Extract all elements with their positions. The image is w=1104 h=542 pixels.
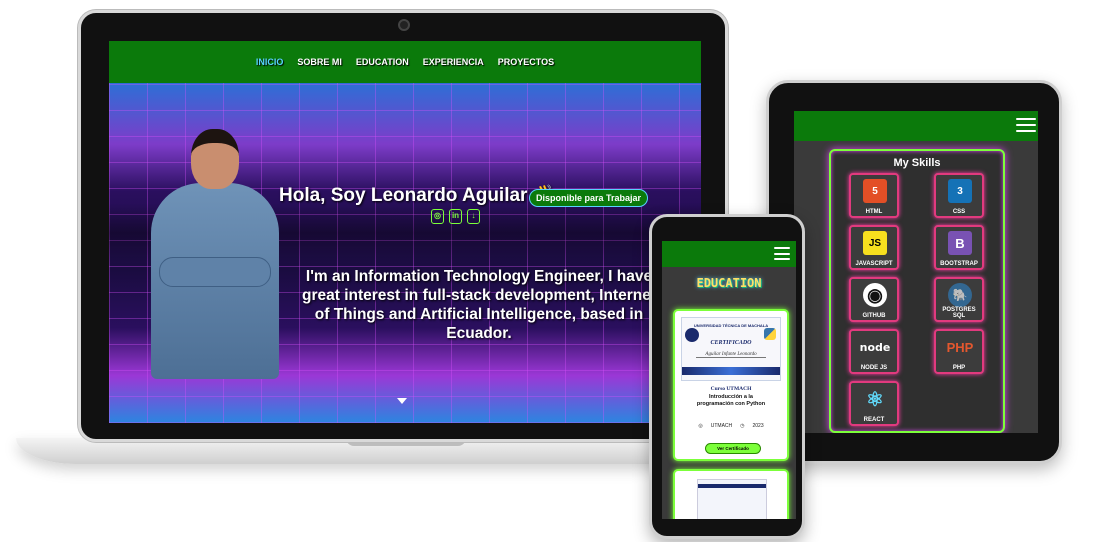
clock-icon: ◷ <box>740 423 745 429</box>
profile-photo-arms <box>159 257 271 287</box>
skill-javascript: JS JAVASCRIPT <box>849 225 899 270</box>
availability-badge: Disponible para Trabajar <box>529 189 649 207</box>
skills-card: My Skills 5 HTML 3 CSS JS JAVASCRIPT B B… <box>829 149 1005 433</box>
skill-label: HTML <box>865 209 883 215</box>
scroll-down-icon[interactable] <box>397 398 407 404</box>
certificate-course-line-3: programación con Python <box>696 401 766 407</box>
github-icon[interactable]: ◎ <box>431 209 444 224</box>
skill-postgresql: 🐘 POSTGRES SQL <box>934 277 984 322</box>
device-mockup-stage: INICIO SOBRE MI EDUCATION EXPERIENCIA PR… <box>0 0 1104 542</box>
nav-item-sobre-mi[interactable]: SOBRE MI <box>297 57 342 67</box>
skill-html: 5 HTML <box>849 173 899 218</box>
hero-greeting: Hola, Soy Leonardo Aguilar 👋 <box>279 185 557 206</box>
linkedin-icon[interactable]: in <box>449 209 462 224</box>
certificate-image[interactable] <box>697 479 767 519</box>
skill-label: GITHUB <box>862 313 886 319</box>
nav-item-inicio[interactable]: INICIO <box>256 57 284 67</box>
html5-icon: 5 <box>863 179 887 203</box>
skill-label: REACT <box>863 417 885 423</box>
bootstrap-icon: B <box>948 231 972 255</box>
certificate-recipient: Aguilar Infante Leonardo <box>696 352 766 358</box>
nav-item-education[interactable]: EDUCATION <box>356 57 409 67</box>
laptop-screen: INICIO SOBRE MI EDUCATION EXPERIENCIA PR… <box>109 41 701 423</box>
github-icon: ◉ <box>863 283 887 307</box>
location-icon: ◎ <box>698 423 703 429</box>
education-title: EDUCATION <box>696 276 762 290</box>
hero-section: Hola, Soy Leonardo Aguilar 👋 Disponible … <box>109 83 701 423</box>
certificate-course-line-1: Curso UTMACH <box>710 386 752 392</box>
php-icon: PHP <box>946 339 974 355</box>
hamburger-menu-icon[interactable] <box>774 247 790 260</box>
download-icon[interactable]: ↓ <box>467 209 480 224</box>
camera-icon <box>398 19 410 31</box>
view-certificate-button[interactable]: Ver Certificado <box>705 443 761 454</box>
certificate-heading: CERTIFICADO <box>710 340 752 346</box>
python-logo-icon <box>764 328 776 340</box>
tablet-screen: My Skills 5 HTML 3 CSS JS JAVASCRIPT B B… <box>794 111 1038 433</box>
certificate-card: UNIVERSIDAD TÉCNICA DE MACHALA CERTIFICA… <box>673 309 789 461</box>
react-icon: ⚛ <box>866 388 884 411</box>
nav-item-proyectos[interactable]: PROYECTOS <box>498 57 554 67</box>
skill-label: NODE JS <box>860 365 888 371</box>
skill-github: ◉ GITHUB <box>849 277 899 322</box>
certificate-year: 2023 <box>752 423 764 429</box>
certificate-band <box>682 367 780 375</box>
about-text: I'm an Information Technology Engineer, … <box>302 268 656 342</box>
skill-label: CSS <box>952 209 966 215</box>
certificate-header: UNIVERSIDAD TÉCNICA DE MACHALA <box>693 323 769 328</box>
laptop-frame: INICIO SOBRE MI EDUCATION EXPERIENCIA PR… <box>78 10 728 442</box>
skills-title: My Skills <box>893 157 941 169</box>
skill-nodejs: node NODE JS <box>849 329 899 374</box>
skill-react: ⚛ REACT <box>849 381 899 426</box>
nodejs-icon: node <box>859 340 891 354</box>
profile-photo <box>151 129 279 379</box>
phone-navbar <box>662 241 796 267</box>
phone-screen: EDUCATION UNIVERSIDAD TÉCNICA DE MACHALA… <box>662 241 796 519</box>
certificate-meta: ◎ UTMACH ◷ 2023 <box>675 423 787 429</box>
css3-icon: 3 <box>948 179 972 203</box>
skill-label: POSTGRES SQL <box>942 307 976 319</box>
certificate-card <box>673 469 789 519</box>
skill-label: PHP <box>952 365 966 371</box>
skill-label: JAVASCRIPT <box>855 261 893 267</box>
hamburger-menu-icon[interactable] <box>1016 118 1036 132</box>
profile-photo-head <box>191 129 239 189</box>
nav-item-experiencia[interactable]: EXPERIENCIA <box>423 57 484 67</box>
javascript-icon: JS <box>863 231 887 255</box>
certificate-image[interactable]: UNIVERSIDAD TÉCNICA DE MACHALA CERTIFICA… <box>681 317 781 381</box>
tablet-frame: My Skills 5 HTML 3 CSS JS JAVASCRIPT B B… <box>766 80 1062 464</box>
skill-bootstrap: B BOOTSTRAP <box>934 225 984 270</box>
skill-css: 3 CSS <box>934 173 984 218</box>
skill-label: BOOTSTRAP <box>940 261 978 267</box>
top-navbar: INICIO SOBRE MI EDUCATION EXPERIENCIA PR… <box>109 41 701 83</box>
postgresql-icon: 🐘 <box>948 283 972 307</box>
certificate-institution: UTMACH <box>710 423 733 429</box>
phone-frame: EDUCATION UNIVERSIDAD TÉCNICA DE MACHALA… <box>649 214 805 539</box>
tablet-navbar <box>794 111 1038 141</box>
certificate-course-line-2: Introducción a la <box>708 394 753 400</box>
skill-php: PHP PHP <box>934 329 984 374</box>
social-links: ◎ in ↓ <box>431 209 480 224</box>
